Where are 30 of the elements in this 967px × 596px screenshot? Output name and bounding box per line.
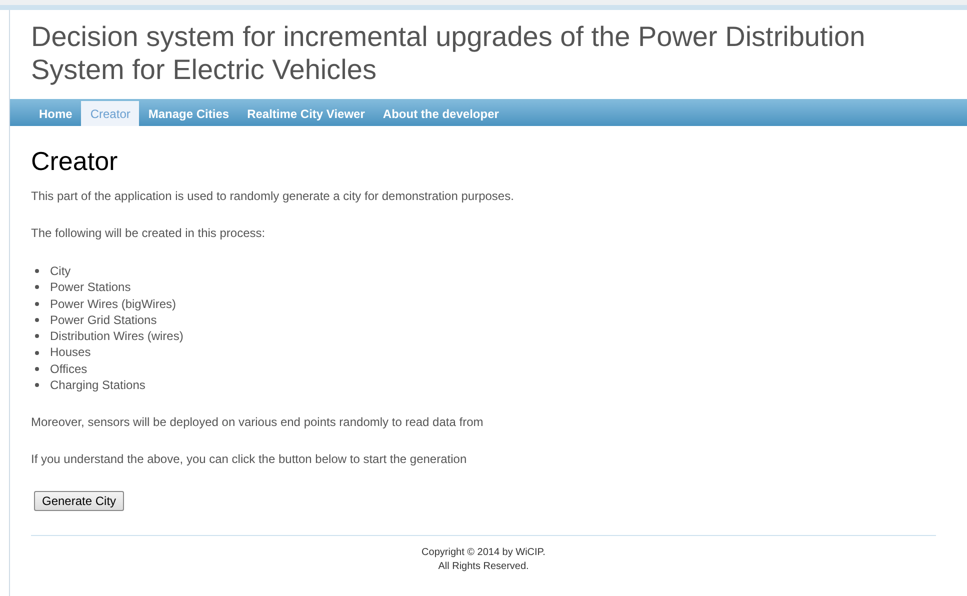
nav-tab[interactable]: Realtime City Viewer [238,101,374,126]
bullet-icon [35,302,39,306]
intro-text: This part of the application is used to randomly generate a city for demonstration purposes. [31,189,515,204]
nav-tab[interactable]: Home [30,101,82,126]
site-title: Decision system for incremental upgrades of the Power Distribution System for Electric Vehicles [30,20,866,87]
list-item: Distribution Wires (wires) [50,328,184,344]
bullet-icon [35,350,39,355]
list-item: Power Wires (bigWires) [50,296,176,312]
bullet-icon [35,366,39,371]
bullet-icon [35,383,39,388]
bullet-icon [35,269,39,274]
generate-city-button[interactable]: Generate City [34,491,124,512]
nav-tab[interactable]: Manage Cities [139,101,238,126]
list-item: Power Grid Stations [50,312,157,328]
page-heading: Creator [31,146,119,176]
bullet-icon [35,285,39,290]
nav-tab[interactable]: About the developer [374,101,508,126]
body-text: If you understand the above, you can click the button below to start the generation [31,452,468,468]
list-item: City [50,263,71,280]
footer-text: Copyright © 2014 by WiCIP. [422,546,546,560]
bullet-icon [35,318,39,322]
body-text: Moreover, sensors will be deployed on various end points randomly to read data from [31,415,484,430]
list-item: Power Stations [50,279,131,296]
nav-tab[interactable]: Creator [81,101,140,126]
bullet-icon [35,334,39,338]
list-intro: The following will be created in this process: [31,226,266,241]
list-item: Offices [50,360,88,378]
list-item: Charging Stations [50,377,146,394]
footer-text: All Rights Reserved. [438,560,529,574]
list-item: Houses [50,344,91,361]
